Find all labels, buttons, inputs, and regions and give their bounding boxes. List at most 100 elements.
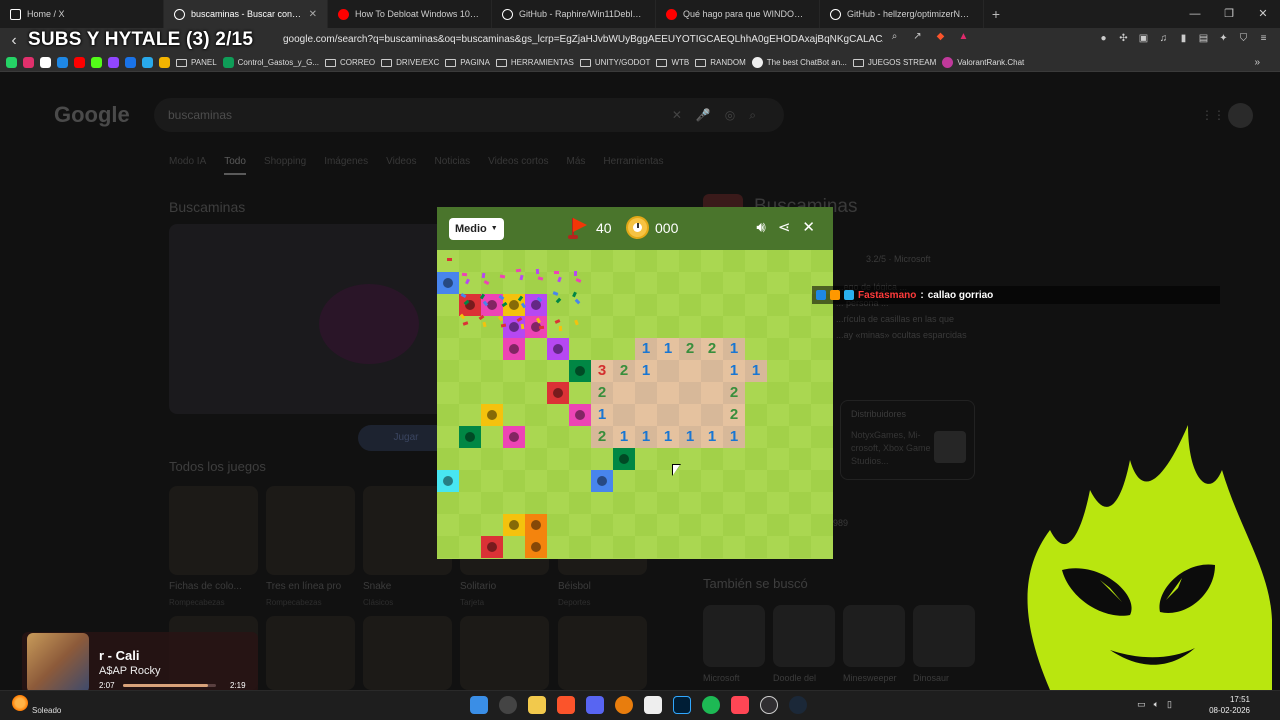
board-cell[interactable]: [437, 294, 459, 316]
sound-icon[interactable]: 🔊︎: [756, 219, 765, 237]
board-cell[interactable]: [789, 426, 811, 448]
board-cell[interactable]: [679, 514, 701, 536]
board-cell[interactable]: [723, 250, 745, 272]
photoshop-icon[interactable]: [673, 696, 691, 714]
board-cell[interactable]: [701, 492, 723, 514]
board-cell[interactable]: [701, 272, 723, 294]
board-cell[interactable]: [437, 382, 459, 404]
board-cell[interactable]: [459, 382, 481, 404]
twitch-icon[interactable]: [108, 57, 119, 68]
board-cell[interactable]: [767, 448, 789, 470]
game-title[interactable]: Béisbol: [558, 581, 591, 592]
board-cell[interactable]: [701, 470, 723, 492]
board-cell[interactable]: [591, 514, 613, 536]
board-cell[interactable]: [811, 404, 833, 426]
board-cell[interactable]: [613, 316, 635, 338]
telegram-icon[interactable]: [142, 57, 153, 68]
board-cell[interactable]: [745, 536, 767, 558]
board-cell[interactable]: [569, 294, 591, 316]
board-cell[interactable]: [811, 536, 833, 558]
bookmark-item[interactable]: Control_Gastos_y_G...: [222, 57, 319, 68]
board-cell[interactable]: [635, 382, 657, 404]
board-cell[interactable]: [723, 316, 745, 338]
search-tab[interactable]: Imágenes: [324, 156, 368, 175]
board-cell[interactable]: [723, 272, 745, 294]
board-cell[interactable]: [613, 514, 635, 536]
board-cell[interactable]: [635, 536, 657, 558]
board-cell[interactable]: [701, 360, 723, 382]
maximize-icon[interactable]: ❐: [1212, 0, 1246, 28]
bookmark-item[interactable]: DRIVE/EXC: [381, 58, 439, 67]
board-cell[interactable]: [437, 514, 459, 536]
volume-icon[interactable]: 🔈︎: [1154, 699, 1159, 710]
board-cell[interactable]: [745, 514, 767, 536]
bookmark-item[interactable]: UNITY/GODOT: [579, 58, 650, 67]
board-cell[interactable]: [789, 338, 811, 360]
brave-icon[interactable]: [557, 696, 575, 714]
board-cell[interactable]: [811, 514, 833, 536]
vpn-shield-icon[interactable]: ⛉: [1237, 32, 1250, 45]
board-cell[interactable]: [745, 404, 767, 426]
board-cell[interactable]: [613, 382, 635, 404]
board-cell[interactable]: [679, 448, 701, 470]
board-cell[interactable]: [459, 404, 481, 426]
board-cell[interactable]: [569, 492, 591, 514]
kick-icon[interactable]: [91, 57, 102, 68]
bookmark-item[interactable]: JUEGOS STREAM: [852, 58, 936, 67]
board-cell[interactable]: [745, 448, 767, 470]
board-cell[interactable]: [547, 272, 569, 294]
board-cell[interactable]: [613, 492, 635, 514]
board-cell[interactable]: [591, 294, 613, 316]
board-cell[interactable]: [701, 316, 723, 338]
board-cell[interactable]: [657, 250, 679, 272]
sidebar-icon[interactable]: ▮: [1177, 32, 1190, 45]
board-cell[interactable]: [745, 426, 767, 448]
search-tab[interactable]: Herramientas: [603, 156, 663, 175]
board-cell[interactable]: [811, 426, 833, 448]
youtube-icon[interactable]: [74, 57, 85, 68]
board-cell[interactable]: [635, 272, 657, 294]
board-cell[interactable]: [591, 272, 613, 294]
network-icon[interactable]: ▭: [1137, 699, 1146, 710]
game-preview-image[interactable]: [169, 224, 452, 414]
board-cell[interactable]: [437, 492, 459, 514]
board-cell[interactable]: [525, 272, 547, 294]
board-cell[interactable]: [525, 338, 547, 360]
browser-tab[interactable]: Home / X: [0, 0, 164, 28]
board-cell[interactable]: [679, 316, 701, 338]
board-cell[interactable]: [591, 338, 613, 360]
weather-widget[interactable]: Soleado: [12, 695, 61, 715]
paypal-icon[interactable]: [125, 57, 136, 68]
board-cell[interactable]: [503, 360, 525, 382]
board-cell[interactable]: [591, 448, 613, 470]
game-thumbnail[interactable]: [363, 616, 452, 690]
related-label[interactable]: Minesweeper: [843, 673, 897, 683]
board-cell[interactable]: [459, 448, 481, 470]
valorant-icon[interactable]: [731, 696, 749, 714]
game-thumbnail[interactable]: [558, 616, 647, 690]
search-icon[interactable]: [499, 696, 517, 714]
board-cell[interactable]: [723, 294, 745, 316]
game-thumbnail[interactable]: [460, 616, 549, 690]
board-cell[interactable]: [767, 316, 789, 338]
start-icon[interactable]: [470, 696, 488, 714]
game-thumbnail[interactable]: [266, 616, 355, 690]
board-cell[interactable]: [767, 426, 789, 448]
board-cell[interactable]: [657, 492, 679, 514]
rewards-icon[interactable]: ▲: [957, 30, 970, 43]
board-cell[interactable]: [481, 338, 503, 360]
board-cell[interactable]: [547, 360, 569, 382]
board-cell[interactable]: [547, 470, 569, 492]
board-cell[interactable]: [745, 272, 767, 294]
related-thumbnail[interactable]: [843, 605, 905, 667]
related-thumbnail[interactable]: [913, 605, 975, 667]
board-cell[interactable]: [811, 382, 833, 404]
board-cell[interactable]: [745, 316, 767, 338]
menu-icon[interactable]: ≡: [1257, 32, 1270, 45]
browser-tab[interactable]: GitHub - hellzerg/optimizerNXT: The: [820, 0, 984, 28]
board-cell[interactable]: [811, 492, 833, 514]
google-logo[interactable]: Google: [54, 102, 130, 128]
board-cell[interactable]: [613, 250, 635, 272]
board-cell[interactable]: [591, 250, 613, 272]
board-cell[interactable]: [767, 470, 789, 492]
